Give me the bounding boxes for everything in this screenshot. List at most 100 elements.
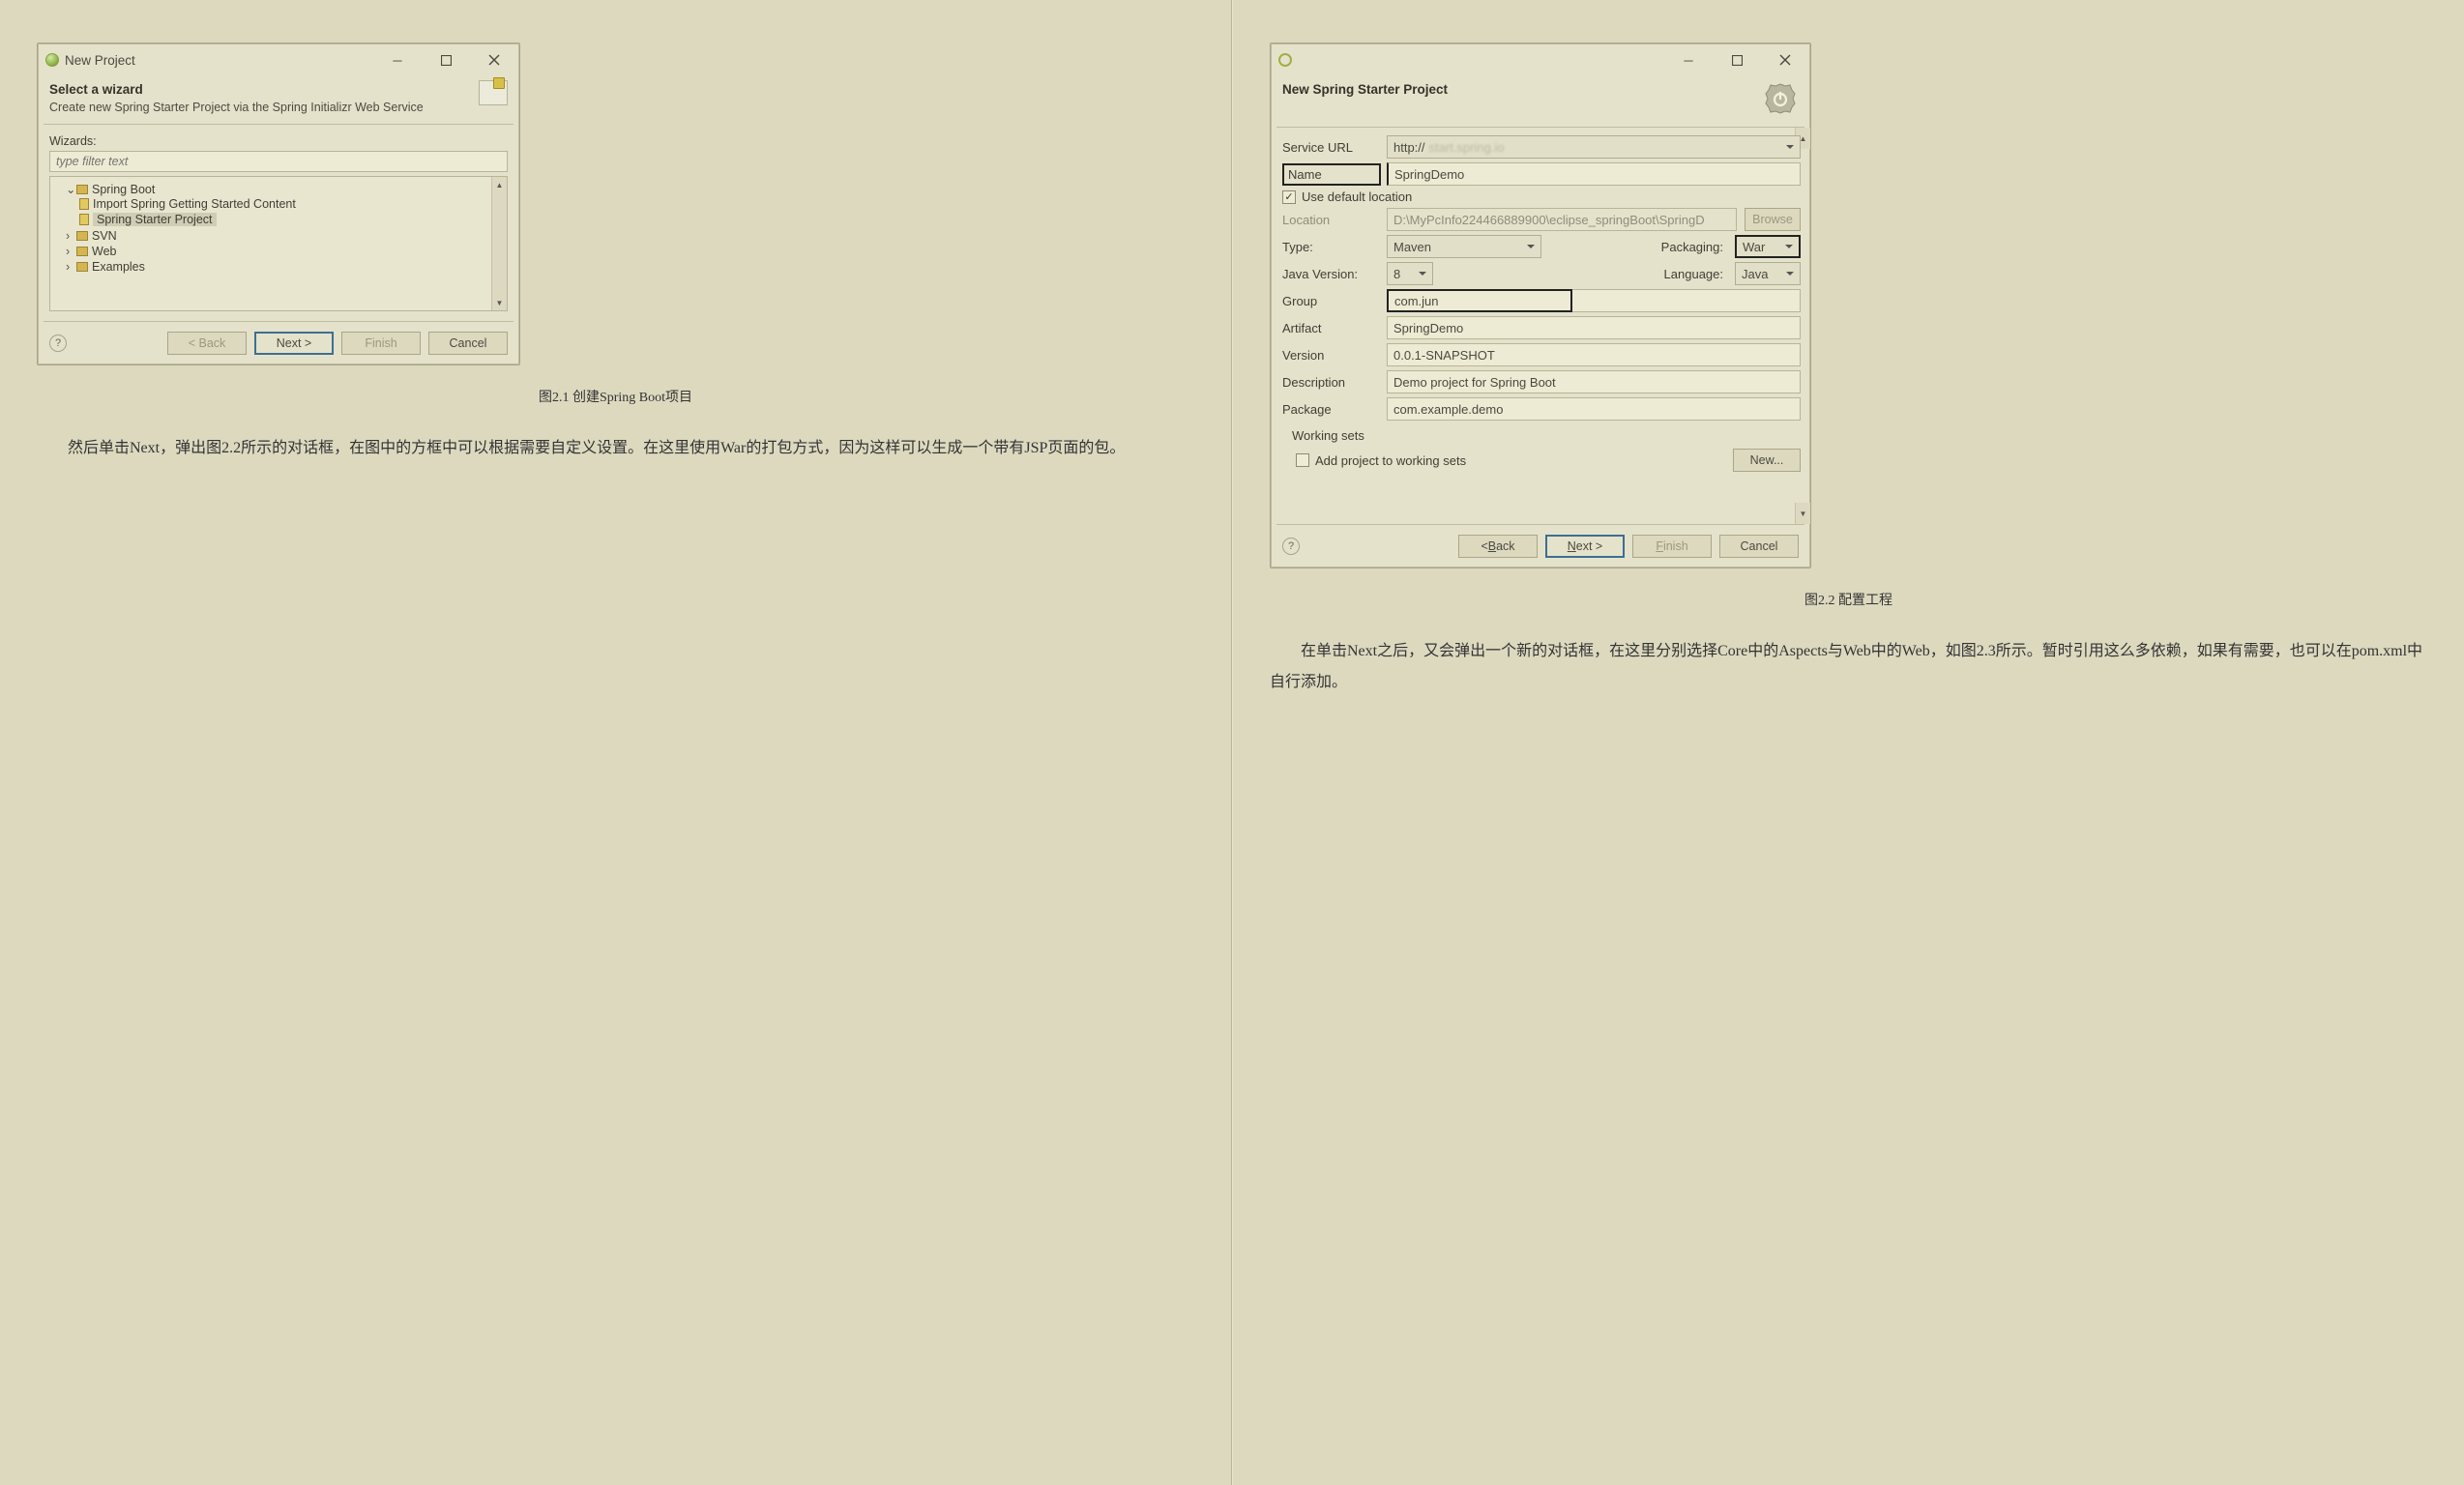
checkbox-label: Add project to working sets — [1315, 453, 1466, 468]
wizards-label: Wizards: — [49, 134, 508, 148]
header-title: Select a wizard — [49, 82, 469, 97]
page-left: New Project ─ Select a wizard Create new… — [0, 0, 1231, 1485]
folder-icon — [76, 231, 88, 241]
dialog-footer: ? < Back Next > Finish Cancel — [38, 322, 519, 364]
label-packaging: Packaging: — [1661, 240, 1723, 254]
dialog-header: New Spring Starter Project — [1271, 76, 1810, 127]
scrollbar[interactable]: ▲▼ — [491, 177, 507, 310]
label-java-version: Java Version: — [1282, 267, 1387, 281]
add-working-sets-checkbox[interactable]: Add project to working sets — [1296, 453, 1466, 468]
browse-button[interactable]: Browse — [1745, 208, 1801, 231]
paragraph: 然后单击Next，弹出图2.2所示的对话框，在图中的方框中可以根据需要自定义设置… — [37, 433, 1194, 464]
tree-item-spring-boot[interactable]: ⌄Spring Boot Import Spring Getting Start… — [66, 181, 505, 228]
description-input[interactable] — [1387, 370, 1801, 393]
body-text-right: 在单击Next之后，又会弹出一个新的对话框，在这里分别选择Core中的Aspec… — [1270, 636, 2427, 698]
label-type: Type: — [1282, 240, 1387, 254]
checkbox-label: Use default location — [1302, 189, 1412, 204]
cancel-button[interactable]: Cancel — [428, 332, 508, 355]
tree-label: SVN — [92, 229, 117, 243]
value: Maven — [1393, 240, 1431, 254]
folder-icon — [76, 247, 88, 256]
label-service-url: Service URL — [1282, 140, 1387, 155]
value: War — [1743, 240, 1765, 254]
label: New... — [1750, 453, 1784, 467]
help-button[interactable]: ? — [1282, 538, 1300, 555]
figure-caption-right: 图2.2 配置工程 — [1270, 590, 2427, 609]
next-button[interactable]: Next > — [1545, 535, 1625, 558]
label-version: Version — [1282, 348, 1387, 363]
tree-label-selected: Spring Starter Project — [93, 213, 217, 226]
file-icon — [79, 214, 89, 225]
help-button[interactable]: ? — [49, 335, 67, 352]
package-input[interactable] — [1387, 397, 1801, 421]
language-select[interactable]: Java — [1735, 262, 1801, 285]
wizard-page-icon — [479, 80, 508, 105]
close-button[interactable] — [473, 47, 515, 73]
label-name: Name — [1282, 163, 1381, 186]
filter-input[interactable] — [49, 151, 508, 172]
next-button[interactable]: Next > — [254, 332, 334, 355]
version-input[interactable] — [1387, 343, 1801, 366]
figure-caption-left: 图2.1 创建Spring Boot项目 — [37, 387, 1194, 406]
tree-label: Web — [92, 245, 116, 258]
label-working-sets: Working sets — [1282, 424, 1801, 445]
tree-item-svn[interactable]: ›SVN — [66, 228, 505, 244]
scroll-down[interactable]: ▼ — [1795, 503, 1810, 524]
group-input[interactable] — [1387, 289, 1572, 312]
new-working-set-button[interactable]: New... — [1733, 449, 1801, 472]
service-url-select[interactable]: http://start.spring.io — [1387, 135, 1801, 159]
header-subtitle: Create new Spring Starter Project via th… — [49, 101, 469, 114]
maximize-button[interactable] — [1716, 47, 1758, 73]
header-title: New Spring Starter Project — [1282, 82, 1752, 97]
tree-item-starter-project[interactable]: Spring Starter Project — [79, 212, 505, 227]
value: http:// — [1393, 140, 1425, 155]
label-description: Description — [1282, 375, 1387, 390]
use-default-location-checkbox[interactable]: ✓ Use default location — [1282, 189, 1801, 204]
checkbox-icon: ✓ — [1282, 190, 1296, 204]
tree-label: Spring Boot — [92, 183, 155, 196]
dialog-header: Select a wizard Create new Spring Starte… — [38, 76, 519, 124]
group-input-rest[interactable] — [1572, 289, 1801, 312]
minimize-button[interactable]: ─ — [1667, 47, 1710, 73]
label-group: Group — [1282, 294, 1387, 308]
form-area: ▲ Service URL http://start.spring.io Nam… — [1271, 128, 1810, 524]
window-title: New Project — [65, 53, 370, 68]
tree-item-import-content[interactable]: Import Spring Getting Started Content — [79, 196, 505, 212]
value: 8 — [1393, 267, 1400, 281]
app-icon — [45, 53, 59, 67]
maximize-button[interactable] — [425, 47, 467, 73]
titlebar: New Project ─ — [38, 44, 519, 76]
finish-button[interactable]: Finish — [1632, 535, 1712, 558]
power-gear-icon — [1762, 80, 1799, 117]
tree-item-examples[interactable]: ›Examples — [66, 259, 505, 275]
java-version-select[interactable]: 8 — [1387, 262, 1433, 285]
name-input[interactable] — [1387, 162, 1801, 186]
type-select[interactable]: Maven — [1387, 235, 1541, 258]
value: Java — [1742, 267, 1768, 281]
minimize-button[interactable]: ─ — [376, 47, 419, 73]
folder-icon — [76, 185, 88, 194]
back-button[interactable]: < Back — [167, 332, 247, 355]
wizard-tree[interactable]: ▲▼ ⌄Spring Boot Import Spring Getting St… — [49, 176, 508, 311]
back-button[interactable]: < Back — [1458, 535, 1538, 558]
finish-button[interactable]: Finish — [341, 332, 421, 355]
cancel-button[interactable]: Cancel — [1719, 535, 1799, 558]
dialog-footer: ? < Back Next > Finish Cancel — [1271, 525, 1810, 568]
packaging-select[interactable]: War — [1735, 235, 1801, 258]
dialog-spring-starter: ─ New Spring Starter Project ▲ — [1270, 43, 1811, 568]
tree-label: Import Spring Getting Started Content — [93, 197, 296, 211]
checkbox-icon — [1296, 453, 1309, 467]
label-language: Language: — [1664, 267, 1723, 281]
app-icon — [1278, 53, 1292, 67]
tree-label: Examples — [92, 260, 145, 274]
close-button[interactable] — [1764, 47, 1806, 73]
tree-item-web[interactable]: ›Web — [66, 244, 505, 259]
label-package: Package — [1282, 402, 1387, 417]
folder-icon — [76, 262, 88, 272]
paragraph: 在单击Next之后，又会弹出一个新的对话框，在这里分别选择Core中的Aspec… — [1270, 636, 2427, 698]
label-artifact: Artifact — [1282, 321, 1387, 335]
dialog-new-project: New Project ─ Select a wizard Create new… — [37, 43, 520, 365]
location-input — [1387, 208, 1737, 231]
artifact-input[interactable] — [1387, 316, 1801, 339]
wizard-body: Wizards: ▲▼ ⌄Spring Boot Import Spring G… — [38, 125, 519, 321]
